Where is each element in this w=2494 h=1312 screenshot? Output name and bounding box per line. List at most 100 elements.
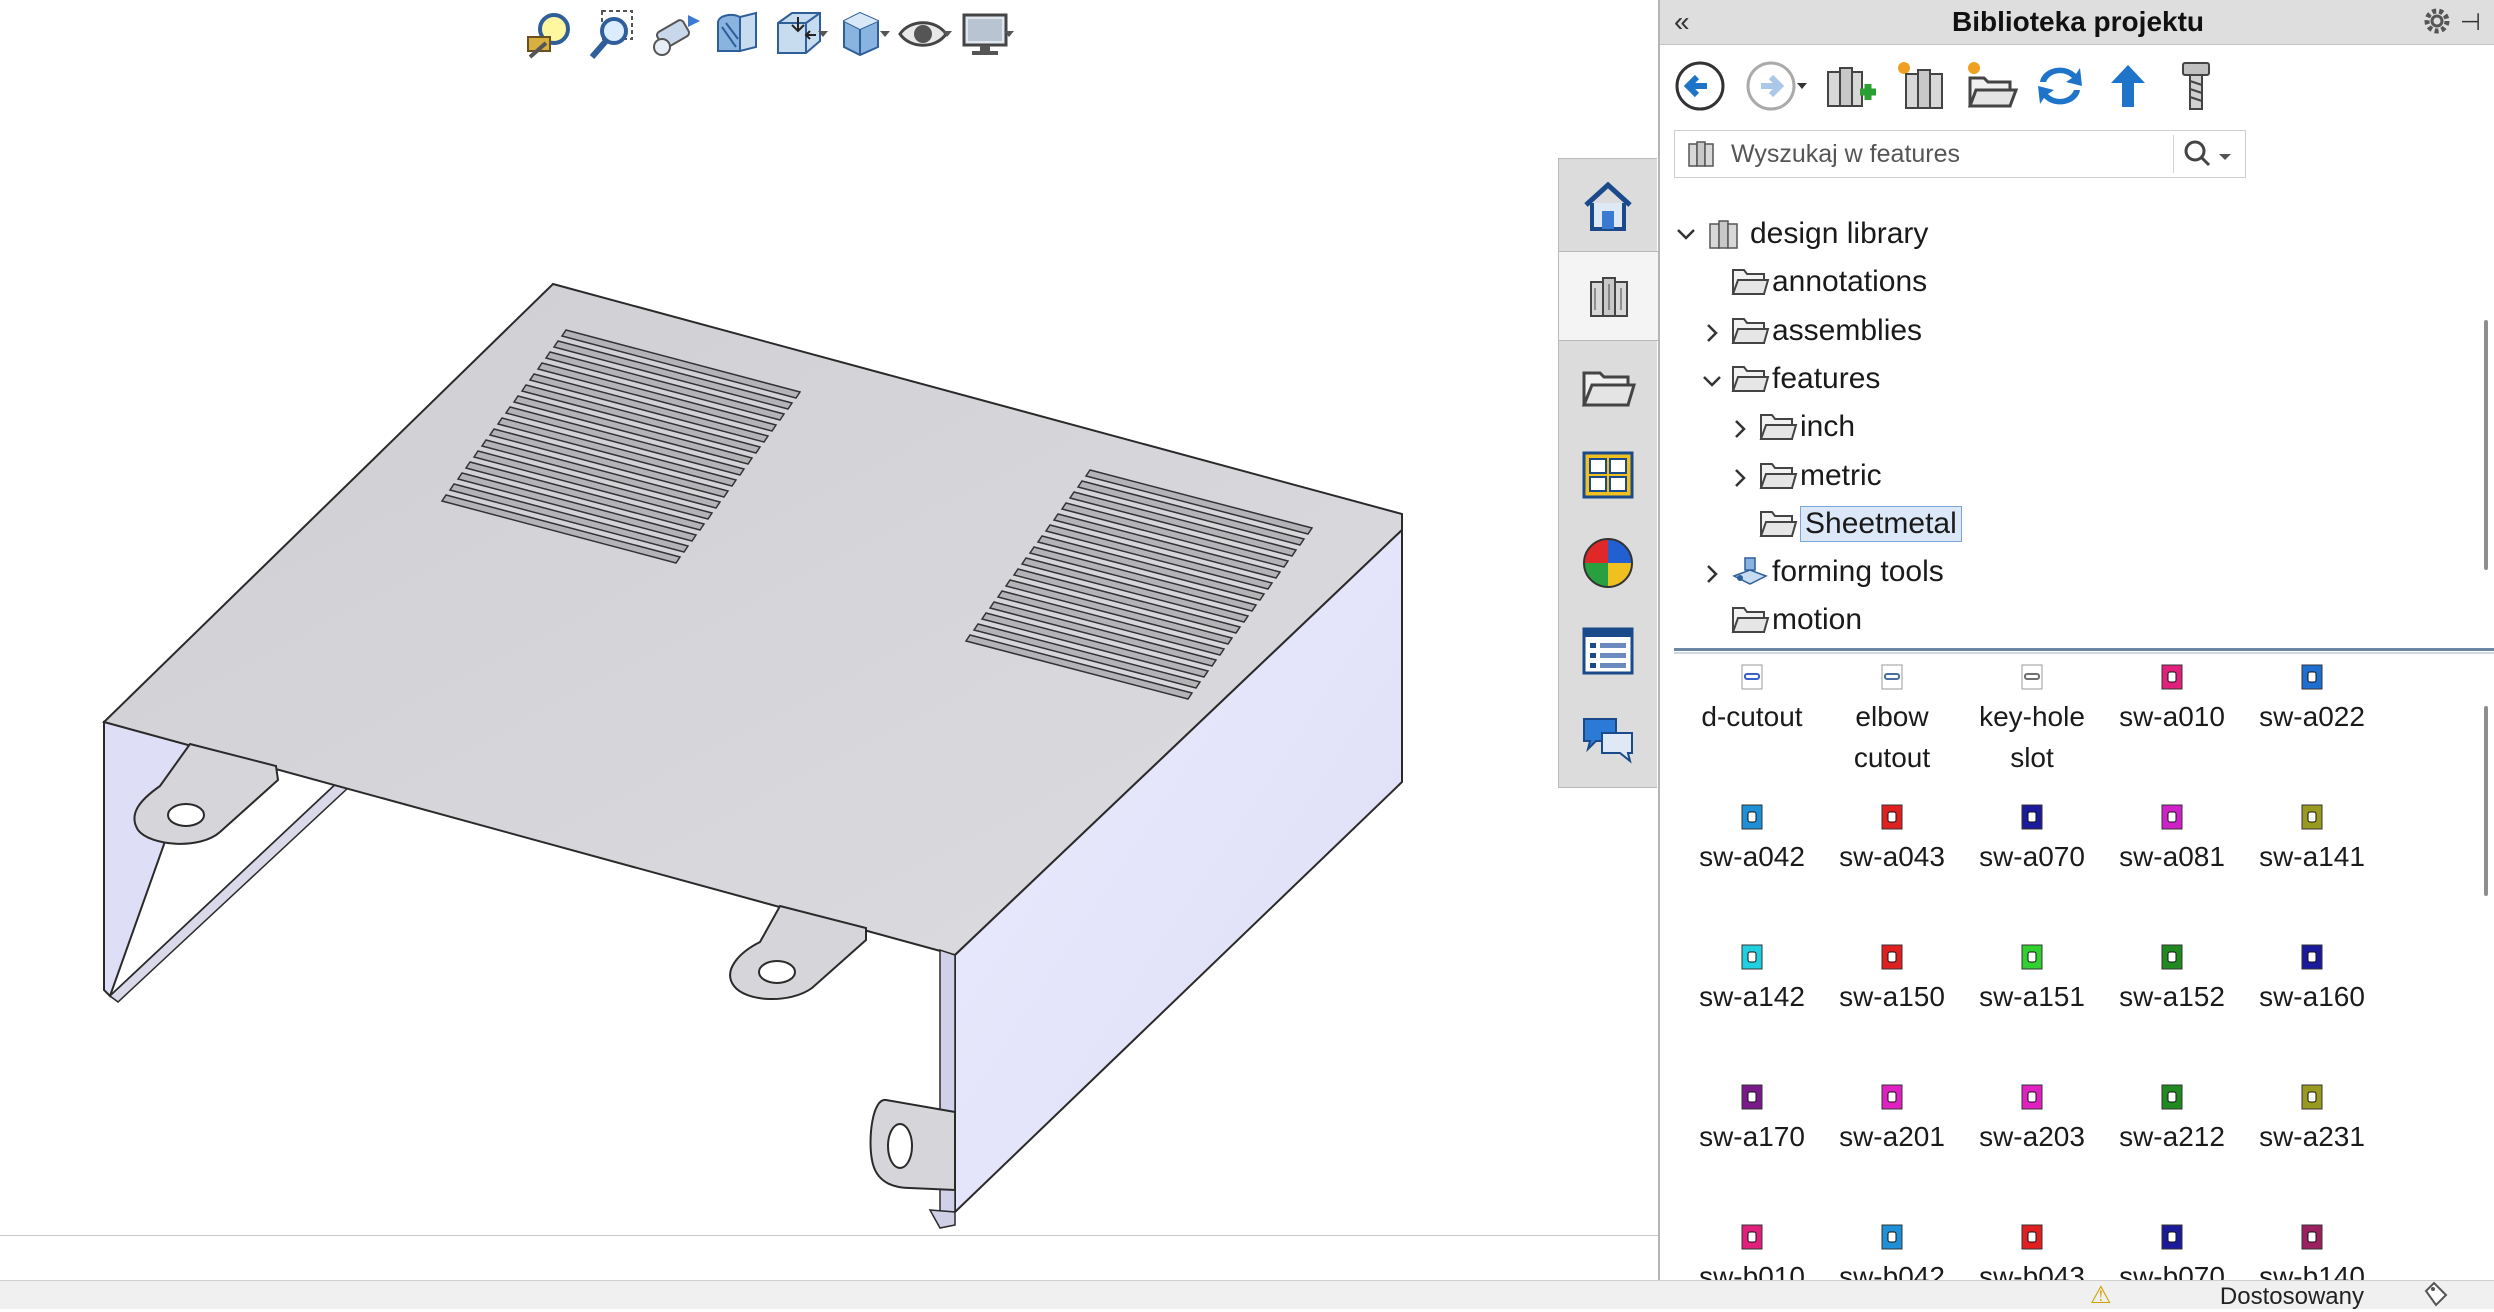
chevron-down-icon[interactable]: [1674, 222, 1698, 246]
feature-item[interactable]: sw-a022: [2252, 664, 2372, 737]
feature-item[interactable]: sw-a212: [2112, 1084, 2232, 1157]
feature-item[interactable]: elbow cutout: [1832, 664, 1952, 778]
feature-item[interactable]: sw-a152: [2112, 944, 2232, 1017]
refresh-icon[interactable]: [2030, 56, 2090, 116]
units-status[interactable]: Dostosowany: [2220, 1283, 2364, 1311]
feature-thumbnail-icon: [1741, 804, 1763, 830]
custom-properties-icon[interactable]: [1559, 607, 1657, 695]
pane-splitter[interactable]: [1674, 648, 2494, 651]
grid-scrollbar[interactable]: [2484, 706, 2488, 896]
graphics-area[interactable]: [0, 0, 1658, 1235]
feature-item[interactable]: d-cutout: [1692, 664, 1812, 737]
feature-item[interactable]: sw-b010: [1692, 1224, 1812, 1280]
search-icon[interactable]: [2183, 139, 2217, 174]
search-options-arrow-icon[interactable]: [2217, 149, 2233, 167]
warning-icon[interactable]: ⚠: [2090, 1281, 2116, 1309]
gear-icon[interactable]: [2420, 4, 2454, 43]
appearances-icon[interactable]: [1559, 519, 1657, 607]
folder-icon: [1759, 462, 1798, 489]
feature-item-label: sw-a042: [1699, 841, 1805, 872]
display-style-icon[interactable]: [830, 3, 892, 65]
tree-item-label: metric: [1800, 458, 1882, 492]
feature-item-label: sw-a070: [1979, 841, 2085, 872]
feature-item[interactable]: sw-a141: [2252, 804, 2372, 877]
add-to-library-icon[interactable]: [1820, 56, 1880, 116]
forum-icon[interactable]: [1559, 695, 1657, 783]
tree-item-label: assemblies: [1772, 313, 1923, 347]
design-library-icon[interactable]: [1559, 251, 1659, 341]
search-box[interactable]: [1674, 130, 2246, 178]
forward-icon[interactable]: [1742, 56, 1812, 116]
status-bar: ⚠ Dostosowany: [0, 1280, 2494, 1311]
feature-item[interactable]: sw-a150: [1832, 944, 1952, 1017]
feature-item[interactable]: sw-b070: [2112, 1224, 2232, 1280]
feature-item-label: sw-a203: [1979, 1121, 2085, 1152]
tree-item-forming-tools[interactable]: forming tools: [1700, 550, 1944, 594]
feature-thumbnail-icon: [2301, 664, 2323, 690]
view-palette-icon[interactable]: [1559, 431, 1657, 519]
tree-item-sheetmetal[interactable]: Sheetmetal: [1728, 502, 1962, 546]
feature-thumbnail-icon: [1881, 1084, 1903, 1110]
feature-item[interactable]: sw-a042: [1692, 804, 1812, 877]
solidworks-resources-icon[interactable]: [1559, 163, 1657, 251]
tree-item-design-library[interactable]: design library: [1674, 212, 1928, 256]
tree-item-motion[interactable]: motion: [1700, 598, 1862, 642]
tree-item-assemblies[interactable]: assemblies: [1700, 309, 1922, 353]
chevron-down-icon[interactable]: [1700, 369, 1724, 393]
feature-item[interactable]: sw-a203: [1972, 1084, 2092, 1157]
feature-item[interactable]: sw-a043: [1832, 804, 1952, 877]
hide-show-items-icon[interactable]: [892, 3, 954, 65]
feature-item-label: sw-a081: [2119, 841, 2225, 872]
file-explorer-icon[interactable]: [1559, 343, 1657, 431]
pin-icon[interactable]: ⊣: [2460, 8, 2481, 37]
section-view-icon[interactable]: [706, 3, 768, 65]
feature-item[interactable]: key-hole slot: [1972, 664, 2092, 778]
chevron-right-icon[interactable]: [1700, 321, 1724, 345]
feature-item[interactable]: sw-a070: [1972, 804, 2092, 877]
feature-item[interactable]: sw-a151: [1972, 944, 2092, 1017]
folder-icon: [1731, 607, 1770, 634]
feature-thumbnail-icon: [1881, 804, 1903, 830]
toolbox-icon[interactable]: [2166, 56, 2226, 116]
feature-item-label: sw-a022: [2259, 701, 2365, 732]
feature-item[interactable]: sw-a201: [1832, 1084, 1952, 1157]
previous-view-icon[interactable]: [644, 3, 706, 65]
tree-item-label: Sheetmetal: [1800, 505, 1962, 542]
tree-item-features[interactable]: features: [1700, 357, 1880, 401]
feature-item[interactable]: sw-a170: [1692, 1084, 1812, 1157]
feature-item[interactable]: sw-a010: [2112, 664, 2232, 737]
feature-thumbnail-icon: [2301, 944, 2323, 970]
create-new-folder-icon[interactable]: [1960, 56, 2020, 116]
chevron-right-icon[interactable]: [1728, 417, 1752, 441]
zoom-to-fit-icon[interactable]: [520, 3, 582, 65]
chevron-right-icon[interactable]: [1700, 562, 1724, 586]
feature-item-label: sw-a150: [1839, 981, 1945, 1012]
tree-item-inch[interactable]: inch: [1728, 405, 1855, 449]
feature-item-label: sw-a152: [2119, 981, 2225, 1012]
panel-header: « Biblioteka projektu ⊣: [1660, 0, 2494, 45]
feature-item[interactable]: sw-a142: [1692, 944, 1812, 1017]
chevron-right-icon[interactable]: [1728, 466, 1752, 490]
tag-icon[interactable]: [2422, 1281, 2448, 1307]
tree-item-label: forming tools: [1772, 555, 1944, 589]
back-icon[interactable]: [1670, 56, 1730, 116]
apply-scene-icon[interactable]: [954, 3, 1016, 65]
feature-item[interactable]: sw-a231: [2252, 1084, 2372, 1157]
feature-item[interactable]: sw-b042: [1832, 1224, 1952, 1280]
tree-item-metric[interactable]: metric: [1728, 454, 1882, 498]
folder-icon: [1731, 269, 1770, 296]
feature-item[interactable]: sw-a081: [2112, 804, 2232, 877]
zoom-to-area-icon[interactable]: [582, 3, 644, 65]
search-divider: [2173, 135, 2174, 173]
feature-item[interactable]: sw-a160: [2252, 944, 2372, 1017]
feature-item[interactable]: sw-b140: [2252, 1224, 2372, 1280]
feature-item[interactable]: sw-b043: [1972, 1224, 2092, 1280]
add-file-location-icon[interactable]: [1890, 56, 1950, 116]
tree-scrollbar[interactable]: [2484, 320, 2488, 570]
up-icon[interactable]: [2098, 56, 2158, 116]
view-orientation-icon[interactable]: [768, 3, 830, 65]
tree-item-annotations[interactable]: annotations: [1700, 260, 1927, 304]
feature-item-label: d-cutout: [1701, 701, 1803, 732]
sheetmetal-model[interactable]: [0, 0, 1658, 1235]
search-input[interactable]: [1729, 137, 2153, 171]
